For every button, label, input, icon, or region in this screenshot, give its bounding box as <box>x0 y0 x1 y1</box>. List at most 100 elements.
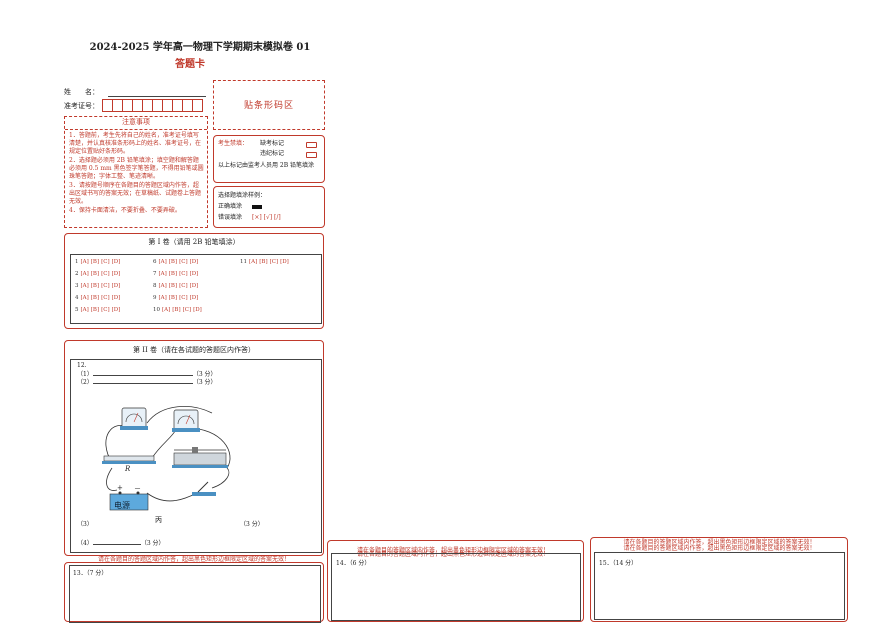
note-item: 4．保持卡面清洁，不要折叠、不要弄破。 <box>69 207 181 214</box>
mc-option-bubble[interactable]: [A] <box>81 295 89 301</box>
mc-option-bubble[interactable]: [A] <box>159 295 167 301</box>
mc-question-number: 5 <box>75 307 79 313</box>
absent-mark[interactable] <box>306 142 317 148</box>
mc-option-bubble[interactable]: [D] <box>193 307 202 313</box>
mc-question-row: 1 [A] [B] [C] [D] <box>75 259 120 266</box>
mc-question-number: 2 <box>75 271 79 277</box>
note-item: 2．选择题必须用 2B 铅笔填涂；填空题和解答题必须用 0.5 mm 黑色签字笔… <box>69 157 204 180</box>
candidate-status-box: 考生禁填： 缺考标记 违纪标记 以上标记由监考人员用 2B 铅笔填涂 <box>213 135 325 183</box>
mc-question-row: 2 [A] [B] [C] [D] <box>75 271 120 278</box>
section1-title: 第 I 卷（请用 2B 铅笔填涂） <box>148 238 240 246</box>
mc-option-bubble[interactable]: [B] <box>91 307 99 313</box>
mc-option-bubble[interactable]: [C] <box>179 271 188 277</box>
notes-title: 注意事项 <box>65 117 207 130</box>
mc-question-row: 8 [A] [B] [C] [D] <box>153 283 198 290</box>
resistor-label: R <box>125 465 131 473</box>
mc-option-bubble[interactable]: [A] <box>159 283 167 289</box>
candidate-status-label: 考生禁填： <box>218 140 249 147</box>
mc-question-number: 7 <box>153 271 157 277</box>
mc-option-bubble[interactable]: [B] <box>91 271 99 277</box>
mc-option-bubble[interactable]: [B] <box>169 271 177 277</box>
exam-id-grid[interactable] <box>102 99 203 112</box>
circuit-wire <box>211 467 230 489</box>
name-field[interactable] <box>108 96 206 97</box>
mc-option-bubble[interactable]: [D] <box>280 259 289 265</box>
mc-question-row: 9 [A] [B] [C] [D] <box>153 295 198 302</box>
q14-box: 14．（6 分） <box>327 540 584 622</box>
q12-part1-line[interactable] <box>92 375 193 376</box>
q12-part3-label: （3） <box>77 521 93 528</box>
q12-part2-label: （2） <box>77 379 93 386</box>
mc-question-number: 3 <box>75 283 79 289</box>
mc-question-number: 1 <box>75 259 79 265</box>
mc-option-bubble[interactable]: [D] <box>112 271 121 277</box>
q12-part4: （4） （3 分） <box>77 540 165 548</box>
mc-option-bubble[interactable]: [A] <box>159 259 167 265</box>
violation-mark[interactable] <box>306 152 317 158</box>
mc-question-number: 6 <box>153 259 157 265</box>
mc-option-bubble[interactable]: [B] <box>91 259 99 265</box>
mc-option-bubble[interactable]: [C] <box>179 283 188 289</box>
mc-option-bubble[interactable]: [C] <box>179 259 188 265</box>
voltmeter-icon <box>120 407 148 430</box>
mc-option-bubble[interactable]: [C] <box>101 259 110 265</box>
mc-option-bubble[interactable]: [D] <box>112 307 121 313</box>
mc-question-row: 4 [A] [B] [C] [D] <box>75 295 120 302</box>
mc-option-bubble[interactable]: [A] <box>81 283 89 289</box>
mc-question-row: 3 [A] [B] [C] [D] <box>75 283 120 290</box>
note-item: 1．答题前，考生先将自己的姓名，准考证号填写清楚，并认真核准条形码上的姓名、准考… <box>69 132 202 155</box>
mc-option-bubble[interactable]: [A] <box>81 307 89 313</box>
mc-option-bubble[interactable]: [A] <box>159 271 167 277</box>
mc-option-bubble[interactable]: [D] <box>190 295 199 301</box>
mc-option-bubble[interactable]: [B] <box>169 283 177 289</box>
mc-question-number: 11 <box>240 259 247 265</box>
id-cell[interactable] <box>192 99 203 112</box>
power-source-label: 电源 <box>114 501 130 510</box>
q12-part4-label: （4） <box>77 540 93 547</box>
violation-label: 违纪标记 <box>260 150 285 157</box>
q12-part2-score: （3 分） <box>192 379 217 386</box>
q12-part1-score: （3 分） <box>192 371 217 378</box>
mc-option-bubble[interactable]: [B] <box>259 259 267 265</box>
mc-question-number: 4 <box>75 295 79 301</box>
mc-option-bubble[interactable]: [B] <box>91 283 99 289</box>
mc-option-bubble[interactable]: [C] <box>101 283 110 289</box>
switch-icon <box>192 481 216 496</box>
q12-part4-line[interactable] <box>92 544 141 545</box>
mc-option-bubble[interactable]: [D] <box>190 283 199 289</box>
battery-plus-label: + <box>117 484 123 492</box>
mc-question-row: 5 [A] [B] [C] [D] <box>75 307 120 314</box>
rheostat-icon <box>172 447 228 468</box>
mc-option-bubble[interactable]: [B] <box>169 295 177 301</box>
q12-part2-line[interactable] <box>92 383 193 384</box>
mc-option-bubble[interactable]: [D] <box>190 271 199 277</box>
mc-option-bubble[interactable]: [D] <box>112 295 121 301</box>
mc-option-bubble[interactable]: [A] <box>81 271 89 277</box>
mc-option-bubble[interactable]: [C] <box>101 271 110 277</box>
mc-option-bubble[interactable]: [A] <box>162 307 170 313</box>
mc-option-bubble[interactable]: [B] <box>169 259 177 265</box>
notes-box: 注意事项 1．答题前，考生先将自己的姓名，准考证号填写清楚，并认真核准条形码上的… <box>64 116 208 228</box>
mc-option-bubble[interactable]: [D] <box>112 259 121 265</box>
note-item: 3．请按题号顺序在各题目的答题区域内作答，超出区域书写的答案无效；在草稿纸、试题… <box>69 182 202 205</box>
mc-option-bubble[interactable]: [C] <box>270 259 279 265</box>
wrong-fill-label: 错误填涂 <box>218 214 243 221</box>
mc-option-bubble[interactable]: [A] <box>249 259 257 265</box>
q12-part2: （2） （3 分） <box>77 379 217 387</box>
mc-option-bubble[interactable]: [C] <box>101 295 110 301</box>
section2-title: 第 II 卷（请在各试题的答题区内作答） <box>133 346 255 354</box>
mc-option-bubble[interactable]: [C] <box>183 307 192 313</box>
barcode-area: 贴条形码区 <box>213 80 325 130</box>
mc-option-bubble[interactable]: [C] <box>179 295 188 301</box>
mc-option-bubble[interactable]: [D] <box>190 259 199 265</box>
mc-option-bubble[interactable]: [A] <box>81 259 89 265</box>
mc-option-bubble[interactable]: [B] <box>91 295 99 301</box>
q12-part1: （1） （3 分） <box>77 371 217 379</box>
mc-question-number: 8 <box>153 283 157 289</box>
mc-option-bubble[interactable]: [D] <box>112 283 121 289</box>
circuit-wire <box>106 467 118 491</box>
mc-option-bubble[interactable]: [C] <box>101 307 110 313</box>
correct-fill-mark <box>252 205 262 209</box>
q13-label: 13．（7 分） <box>73 570 108 577</box>
mc-option-bubble[interactable]: [B] <box>172 307 180 313</box>
